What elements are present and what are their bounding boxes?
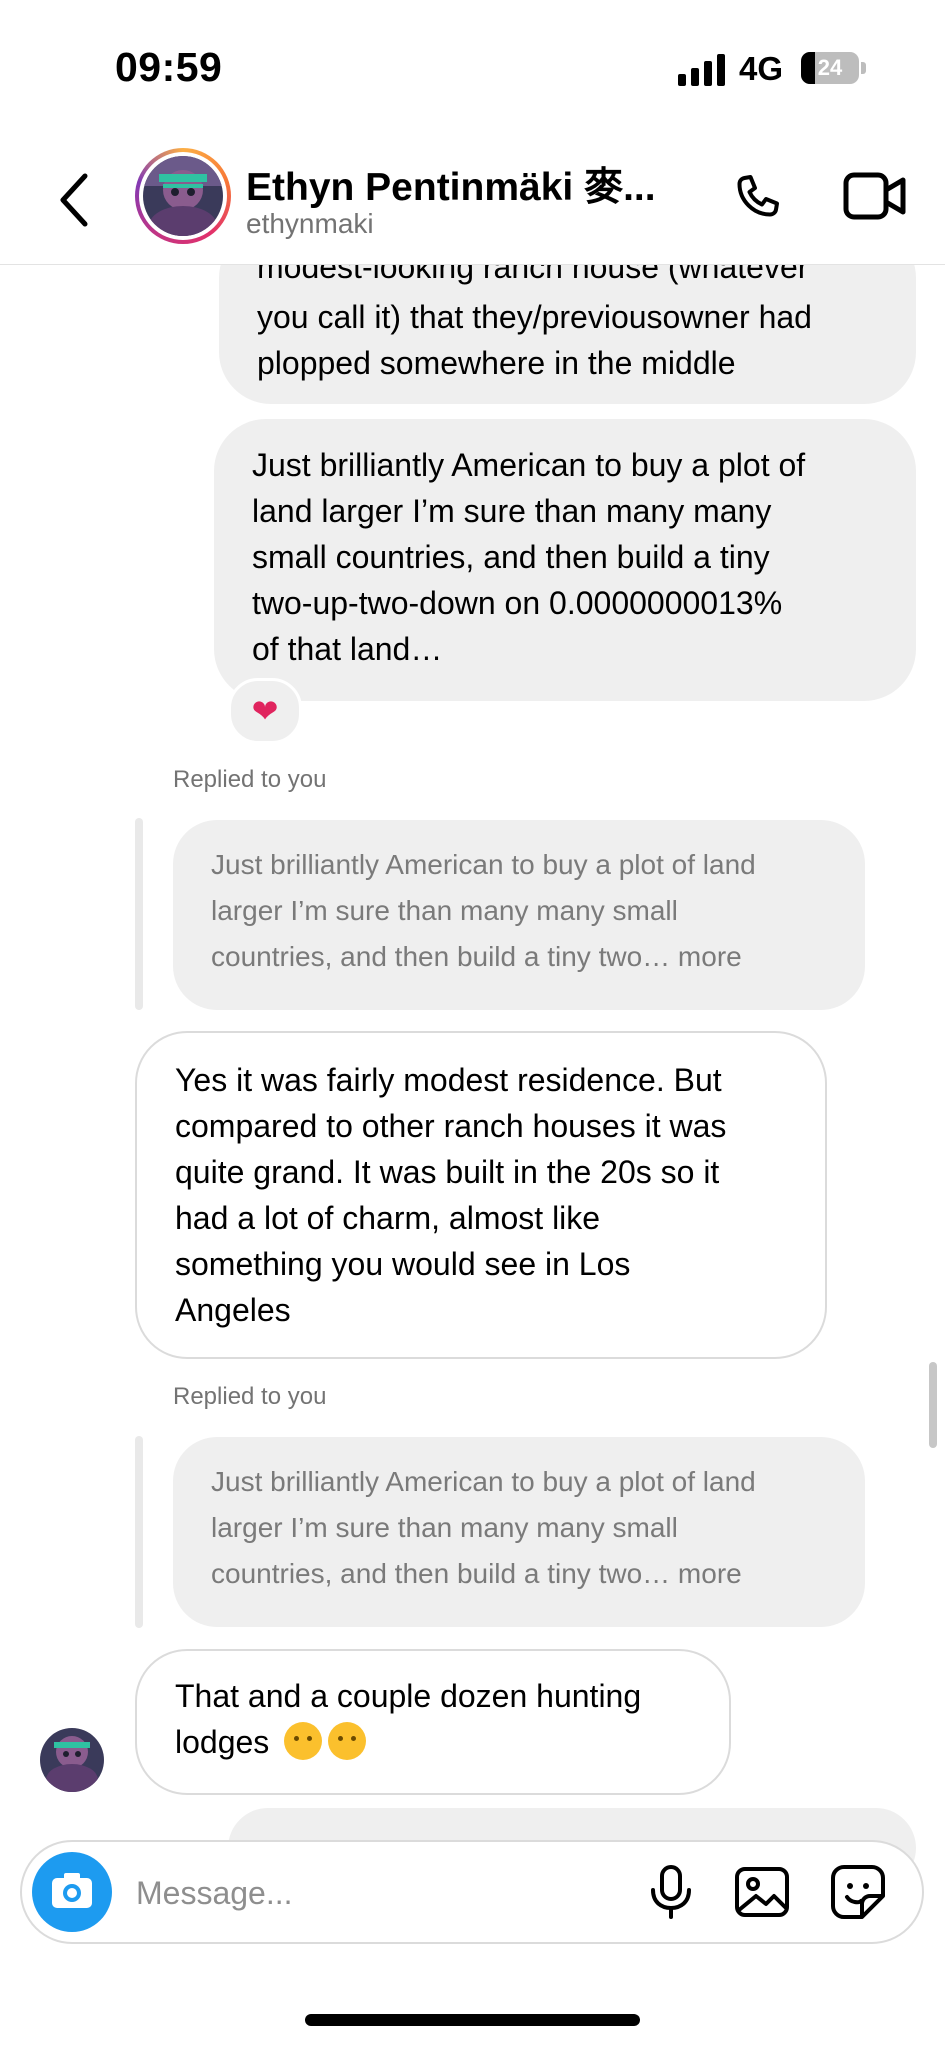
message-text: lodges (175, 1724, 270, 1760)
reply-indicator (135, 1436, 143, 1628)
chevron-left-icon (60, 173, 88, 227)
message-line: lodges (175, 1719, 691, 1765)
signal-icon (678, 54, 726, 86)
camera-icon (52, 1873, 92, 1908)
message-line: Yes it was fairly modest residence. But (175, 1062, 722, 1098)
message-line: had a lot of charm, almost like (175, 1200, 601, 1236)
message-line: you call it) that they/previousowner had (257, 299, 812, 335)
reply-indicator (135, 818, 143, 1010)
microphone-button[interactable] (648, 1864, 694, 1920)
battery-cap (861, 62, 866, 74)
image-icon (735, 1867, 789, 1917)
quote-line: larger I’m sure than many many small (211, 895, 678, 926)
contact-avatar-small[interactable] (40, 1728, 104, 1792)
message-line: land larger I’m sure than many many (252, 493, 772, 529)
battery-icon: 24 (801, 52, 859, 84)
quote-line: Just brilliantly American to buy a plot … (211, 1466, 756, 1497)
camera-button[interactable] (32, 1852, 112, 1932)
message-line: small countries, and then build a tiny (252, 539, 770, 575)
message-line: Just brilliantly American to buy a plot … (252, 447, 806, 483)
replied-label: Replied to you (173, 1383, 327, 1410)
message-input[interactable] (134, 1866, 618, 1920)
quoted-message[interactable]: Just brilliantly American to buy a plot … (173, 1437, 865, 1627)
message-line: plopped somewhere in the middle (257, 345, 736, 381)
message-line: something you would see in Los (175, 1246, 631, 1282)
message-sent[interactable]: Just brilliantly American to buy a plot … (214, 419, 916, 701)
microphone-icon (651, 1865, 691, 1919)
quote-line: Just brilliantly American to buy a plot … (211, 849, 756, 880)
home-indicator[interactable] (305, 2014, 640, 2026)
message-line: two-up-two-down on 0.0000000013% (252, 585, 783, 621)
heart-reaction[interactable]: ❤ (228, 678, 302, 744)
disappointed-face-icon (284, 1722, 323, 1760)
quote-line: countries, and then build a tiny two… mo… (211, 1558, 742, 1589)
battery-level: 24 (817, 55, 843, 80)
back-button[interactable] (55, 170, 95, 230)
voice-call-button[interactable] (728, 166, 788, 226)
upside-down-face-icon (328, 1722, 367, 1760)
message-line: of that land… (252, 631, 443, 667)
contact-handle[interactable]: ethynmaki (246, 208, 374, 240)
video-camera-icon (843, 172, 906, 220)
message-line: quite grand. It was built in the 20s so … (175, 1154, 720, 1190)
sticker-button[interactable] (830, 1864, 886, 1920)
replied-label: Replied to you (173, 766, 327, 793)
scrollbar[interactable] (929, 1362, 937, 1448)
message-received[interactable]: That and a couple dozen hunting lodges (135, 1649, 731, 1795)
video-call-button[interactable] (843, 170, 907, 222)
status-time: 09:59 (115, 44, 223, 90)
network-label: 4G (739, 50, 784, 87)
sticker-icon (831, 1865, 885, 1919)
contact-avatar[interactable] (135, 148, 231, 244)
phone-icon (737, 175, 779, 217)
message-line: compared to other ranch houses it was (175, 1108, 727, 1144)
message-received[interactable]: Yes it was fairly modest residence. But … (135, 1031, 827, 1359)
quoted-message[interactable]: Just brilliantly American to buy a plot … (173, 820, 865, 1010)
message-line: That and a couple dozen hunting (175, 1678, 642, 1714)
quote-line: countries, and then build a tiny two… mo… (211, 941, 742, 972)
message-line: Angeles (175, 1292, 291, 1328)
contact-name[interactable]: Ethyn Pentinmäki 麥... (246, 156, 676, 212)
gallery-button[interactable] (734, 1866, 790, 1918)
quote-line: larger I’m sure than many many small (211, 1512, 678, 1543)
